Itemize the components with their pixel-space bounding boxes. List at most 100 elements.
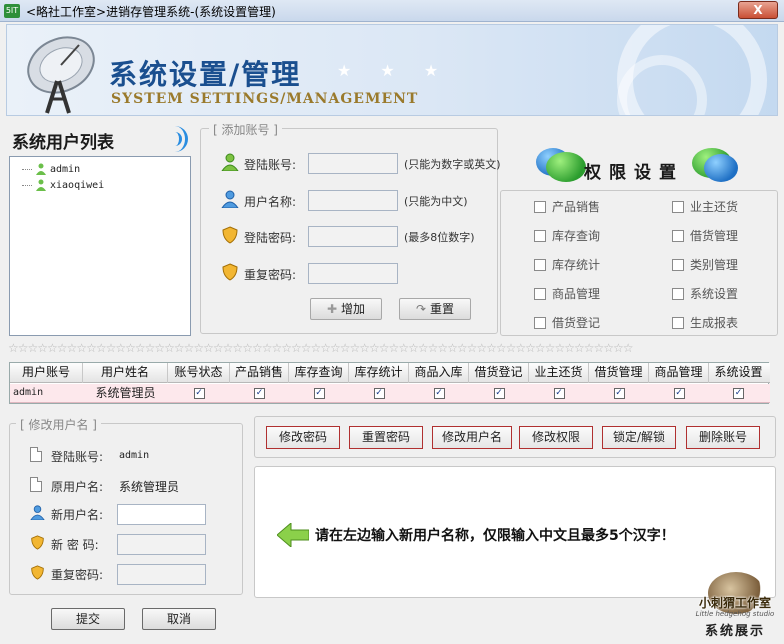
add-button[interactable]: ✚ 增加 — [310, 298, 382, 320]
login-account-display-value: admin — [119, 450, 150, 461]
checked-checkbox[interactable]: ✓ — [673, 388, 685, 399]
title-bar: 5IT <略社工作室>进销存管理系统-(系统设置管理) X — [0, 0, 784, 22]
checked-checkbox[interactable]: ✓ — [193, 388, 205, 399]
password-input[interactable] — [308, 226, 398, 247]
perm-checkbox-system-settings[interactable]: 系统设置 — [672, 285, 738, 301]
close-button[interactable]: X — [738, 1, 778, 19]
add-account-group: [ 添加账号 ] 登陆账号: (只能为数字或英文) 用户名称: (只能为中文) … — [200, 121, 501, 334]
login-account-label: 登陆账号: — [244, 158, 297, 172]
user-blue-icon — [221, 190, 239, 208]
permissions-title: 权限设置 — [584, 163, 684, 183]
column-header[interactable]: 系统设置 — [709, 363, 768, 383]
perm-checkbox-loan-register[interactable]: 借货登记 — [534, 314, 600, 330]
banner-title: 系统设置/管理 — [109, 58, 302, 91]
perm-label: 库存统计 — [552, 258, 601, 272]
new-name-input[interactable] — [117, 504, 206, 525]
checkbox[interactable] — [534, 258, 546, 271]
user-list-tree[interactable]: admin xiaoqiwei — [9, 156, 191, 336]
cell-perm[interactable]: ✓ — [289, 384, 349, 403]
checked-checkbox[interactable]: ✓ — [613, 388, 625, 399]
checked-checkbox[interactable]: ✓ — [493, 388, 505, 399]
tree-item-xiaoqiwei[interactable]: xiaoqiwei — [22, 179, 104, 193]
perm-checkbox-owner-return[interactable]: 业主还货 — [672, 198, 738, 214]
cell-perm[interactable]: ✓ — [469, 384, 529, 403]
checked-checkbox[interactable]: ✓ — [433, 388, 445, 399]
cell-perm[interactable]: ✓ — [709, 384, 768, 403]
star-divider: ☆☆☆☆☆☆☆☆☆☆☆☆☆☆☆☆☆☆☆☆☆☆☆☆☆☆☆☆☆☆☆☆☆☆☆☆☆☆☆☆… — [8, 341, 634, 355]
users-grid[interactable]: 用户账号 用户姓名 账号状态 产品销售 库存查询 库存统计 商品入库 借货登记 … — [9, 362, 770, 404]
perm-checkbox-stock-query[interactable]: 库存查询 — [534, 227, 600, 243]
column-header[interactable]: 借货管理 — [589, 363, 649, 383]
shield-icon — [31, 565, 44, 580]
tree-item-label: admin — [50, 164, 81, 175]
column-header[interactable]: 库存统计 — [349, 363, 409, 383]
chat-bubble-green-icon — [546, 152, 586, 182]
checkbox[interactable] — [672, 287, 684, 300]
perm-label: 系统设置 — [690, 287, 739, 301]
user-name-hint: (只能为中文) — [404, 195, 468, 208]
perm-checkbox-goods-manage[interactable]: 商品管理 — [534, 285, 600, 301]
column-header[interactable]: 账号状态 — [168, 363, 230, 383]
cell-status[interactable]: ✓ — [168, 384, 230, 403]
document-icon — [30, 447, 42, 462]
column-header[interactable]: 业主还货 — [529, 363, 589, 383]
login-account-hint: (只能为数字或英文) — [404, 158, 501, 171]
column-header[interactable]: 产品销售 — [230, 363, 289, 383]
checked-checkbox[interactable]: ✓ — [553, 388, 565, 399]
checked-checkbox[interactable]: ✓ — [254, 388, 265, 399]
checked-checkbox[interactable]: ✓ — [733, 388, 744, 399]
cell-perm[interactable]: ✓ — [349, 384, 409, 403]
checkbox[interactable] — [672, 258, 684, 271]
checkbox[interactable] — [534, 229, 546, 242]
cell-perm[interactable]: ✓ — [230, 384, 289, 403]
perm-checkbox-stock-stats[interactable]: 库存统计 — [534, 256, 600, 272]
perm-checkbox-category-manage[interactable]: 类别管理 — [672, 256, 738, 272]
perm-checkbox-loan-manage[interactable]: 借货管理 — [672, 227, 738, 243]
checkbox[interactable] — [534, 287, 546, 300]
column-header[interactable]: 商品管理 — [649, 363, 709, 383]
edit-permissions-button[interactable]: 修改权限 — [519, 426, 593, 449]
repeat-new-password-input[interactable] — [117, 564, 206, 585]
checkbox[interactable] — [534, 316, 546, 329]
tree-item-label: xiaoqiwei — [50, 180, 105, 191]
reset-button[interactable]: ↷ 重置 — [399, 298, 471, 320]
table-row[interactable]: admin 系统管理员 ✓ ✓ ✓ ✓ ✓ ✓ ✓ ✓ ✓ ✓ — [10, 384, 770, 403]
perm-label: 借货登记 — [552, 316, 601, 330]
checkbox[interactable] — [534, 200, 546, 213]
repeat-password-input[interactable] — [308, 263, 398, 284]
cancel-button[interactable]: 取消 — [142, 608, 216, 630]
checked-checkbox[interactable]: ✓ — [313, 388, 325, 399]
lock-unlock-button[interactable]: 锁定/解锁 — [602, 426, 676, 449]
submit-button[interactable]: 提交 — [51, 608, 125, 630]
watermark-english: Little hedgehog studio — [695, 610, 775, 618]
column-header[interactable]: 用户姓名 — [83, 363, 168, 383]
plus-icon: ✚ — [327, 302, 338, 316]
reset-password-button[interactable]: 重置密码 — [349, 426, 423, 449]
new-password-label: 新 密 码: — [51, 538, 99, 552]
checked-checkbox[interactable]: ✓ — [373, 388, 385, 399]
cell-perm[interactable]: ✓ — [409, 384, 469, 403]
column-header[interactable]: 借货登记 — [469, 363, 529, 383]
checkbox[interactable] — [672, 316, 684, 329]
chat-bubble-blue-icon — [704, 154, 738, 182]
perm-checkbox-product-sales[interactable]: 产品销售 — [534, 198, 600, 214]
tree-item-admin[interactable]: admin — [22, 163, 80, 177]
delete-account-button[interactable]: 删除账号 — [686, 426, 760, 449]
column-header[interactable]: 库存查询 — [289, 363, 349, 383]
rename-user-button[interactable]: 修改用户名 — [432, 426, 512, 449]
perm-label: 商品管理 — [552, 287, 601, 301]
perm-checkbox-generate-report[interactable]: 生成报表 — [672, 314, 738, 330]
cell-perm[interactable]: ✓ — [529, 384, 589, 403]
checkbox[interactable] — [672, 229, 684, 242]
new-password-input[interactable] — [117, 534, 206, 555]
window-title: <略社工作室>进销存管理系统-(系统设置管理) — [26, 5, 276, 19]
user-list-title: 系统用户列表 — [12, 133, 114, 153]
column-header[interactable]: 商品入库 — [409, 363, 469, 383]
checkbox[interactable] — [672, 200, 684, 213]
column-header[interactable]: 用户账号 — [10, 363, 83, 383]
cell-perm[interactable]: ✓ — [589, 384, 649, 403]
login-account-input[interactable] — [308, 153, 398, 174]
change-password-button[interactable]: 修改密码 — [266, 426, 340, 449]
user-name-input[interactable] — [308, 190, 398, 211]
cell-perm[interactable]: ✓ — [649, 384, 709, 403]
